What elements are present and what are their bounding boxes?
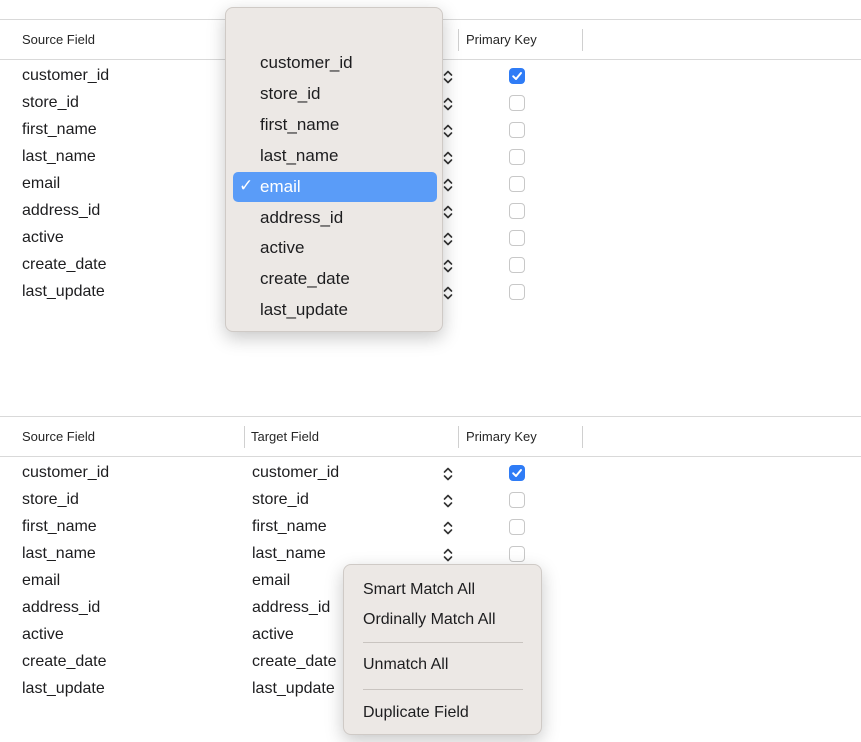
chevron-up-down-icon[interactable] [442, 520, 454, 536]
column-divider[interactable] [582, 426, 583, 448]
chevron-up-down-icon[interactable] [442, 69, 454, 85]
source-field-cell: email [22, 175, 61, 192]
primary-key-checkbox[interactable] [509, 176, 525, 192]
primary-key-checkbox[interactable] [509, 203, 525, 219]
dropdown-option-label: store_id [260, 83, 321, 103]
source-field-cell: active [22, 229, 64, 246]
menu-item-label: Smart Match All [363, 581, 476, 598]
source-field-cell: active [22, 626, 64, 643]
source-field-cell: create_date [22, 653, 107, 670]
column-divider[interactable] [244, 426, 245, 448]
target-field-dropdown-menu: customer_id store_id first_name last_name ✓ e… [225, 7, 443, 332]
chevron-up-down-icon[interactable] [442, 150, 454, 166]
source-field-cell: last_name [22, 148, 96, 165]
checkmark-icon: ✓ [239, 175, 254, 195]
target-field-cell[interactable]: email [252, 572, 290, 590]
menu-separator [363, 689, 523, 690]
table-row[interactable]: first_name first_name [0, 517, 861, 544]
dropdown-option[interactable]: address_id [233, 203, 437, 233]
dropdown-option-label: customer_id [260, 53, 353, 72]
unmatch-all-item[interactable]: Unmatch All [351, 652, 535, 678]
primary-key-checkbox[interactable] [509, 149, 525, 165]
column-header-primary-key[interactable]: Primary Key [466, 429, 537, 444]
context-menu: Smart Match All Ordinally Match All Unmatc… [343, 564, 542, 735]
chevron-up-down-icon[interactable] [442, 123, 454, 139]
primary-key-checkbox[interactable] [509, 465, 525, 481]
dropdown-option-label: last_name [260, 145, 339, 165]
target-field-cell[interactable]: last_update [252, 680, 335, 698]
primary-key-checkbox[interactable] [509, 230, 525, 246]
chevron-up-down-icon[interactable] [442, 547, 454, 563]
primary-key-checkbox[interactable] [509, 546, 525, 562]
source-field-cell: last_update [22, 680, 105, 697]
chevron-up-down-icon[interactable] [442, 493, 454, 509]
column-header-source-field[interactable]: Source Field [22, 32, 95, 47]
column-divider[interactable] [458, 29, 459, 51]
dropdown-option-label: email [260, 176, 301, 196]
target-field-cell[interactable]: first_name [252, 518, 327, 536]
menu-separator [363, 642, 523, 643]
chevron-up-down-icon[interactable] [442, 204, 454, 220]
dropdown-option[interactable]: create_date [233, 264, 437, 294]
table-header: Source Field Target Field Primary Key [0, 416, 861, 457]
column-header-source-field[interactable]: Source Field [22, 429, 95, 444]
column-divider[interactable] [458, 426, 459, 448]
table-row[interactable]: store_id store_id [0, 490, 861, 517]
dropdown-option-label: first_name [260, 114, 340, 134]
primary-key-checkbox[interactable] [509, 68, 525, 84]
source-field-cell: address_id [22, 202, 101, 219]
source-field-cell: last_update [22, 283, 105, 300]
source-field-cell: create_date [22, 256, 107, 273]
source-field-cell: last_name [22, 545, 96, 562]
target-field-cell[interactable]: store_id [252, 491, 309, 509]
ordinally-match-all-item[interactable]: Ordinally Match All [351, 607, 535, 633]
source-field-cell: customer_id [22, 67, 110, 84]
menu-item-label: Ordinally Match All [363, 611, 496, 628]
primary-key-checkbox[interactable] [509, 122, 525, 138]
primary-key-checkbox[interactable] [509, 519, 525, 535]
chevron-up-down-icon[interactable] [442, 466, 454, 482]
dropdown-option[interactable]: last_name [233, 141, 437, 171]
target-field-cell[interactable]: active [252, 626, 294, 644]
source-field-cell: store_id [22, 94, 79, 111]
dropdown-option-label: active [260, 238, 305, 258]
target-field-cell[interactable]: address_id [252, 599, 330, 617]
chevron-up-down-icon[interactable] [442, 231, 454, 247]
menu-item-label: Unmatch All [363, 656, 449, 673]
chevron-up-down-icon[interactable] [442, 177, 454, 193]
dropdown-option[interactable]: ✓ email [233, 171, 437, 202]
target-field-cell[interactable]: customer_id [252, 464, 339, 482]
dropdown-option-label: address_id [260, 207, 344, 227]
table-row[interactable]: customer_id customer_id [0, 463, 861, 490]
target-field-cell[interactable]: create_date [252, 653, 337, 671]
column-header-target-field[interactable]: Target Field [251, 429, 319, 444]
source-field-cell: store_id [22, 491, 79, 508]
target-field-cell[interactable]: last_name [252, 545, 326, 563]
chevron-up-down-icon[interactable] [442, 258, 454, 274]
primary-key-checkbox[interactable] [509, 492, 525, 508]
primary-key-checkbox[interactable] [509, 284, 525, 300]
source-field-cell: first_name [22, 518, 97, 535]
column-header-primary-key[interactable]: Primary Key [466, 32, 537, 47]
menu-item-label: Duplicate Field [363, 704, 469, 721]
smart-match-all-item[interactable]: Smart Match All [351, 577, 535, 603]
source-field-cell: first_name [22, 121, 97, 138]
source-field-cell: email [22, 572, 61, 589]
dropdown-option[interactable]: customer_id [233, 48, 437, 78]
dropdown-option[interactable]: store_id [233, 79, 437, 109]
chevron-up-down-icon[interactable] [442, 96, 454, 112]
dropdown-option-label: last_update [260, 300, 348, 320]
dropdown-option[interactable]: last_update [233, 295, 437, 325]
source-field-cell: address_id [22, 599, 101, 616]
dropdown-option[interactable]: first_name [233, 110, 437, 140]
chevron-up-down-icon[interactable] [442, 285, 454, 301]
duplicate-field-item[interactable]: Duplicate Field [351, 700, 535, 726]
dropdown-option[interactable]: active [233, 233, 437, 263]
primary-key-checkbox[interactable] [509, 95, 525, 111]
column-divider[interactable] [582, 29, 583, 51]
source-field-cell: customer_id [22, 464, 110, 481]
dropdown-option-label: create_date [260, 269, 350, 289]
primary-key-checkbox[interactable] [509, 257, 525, 273]
